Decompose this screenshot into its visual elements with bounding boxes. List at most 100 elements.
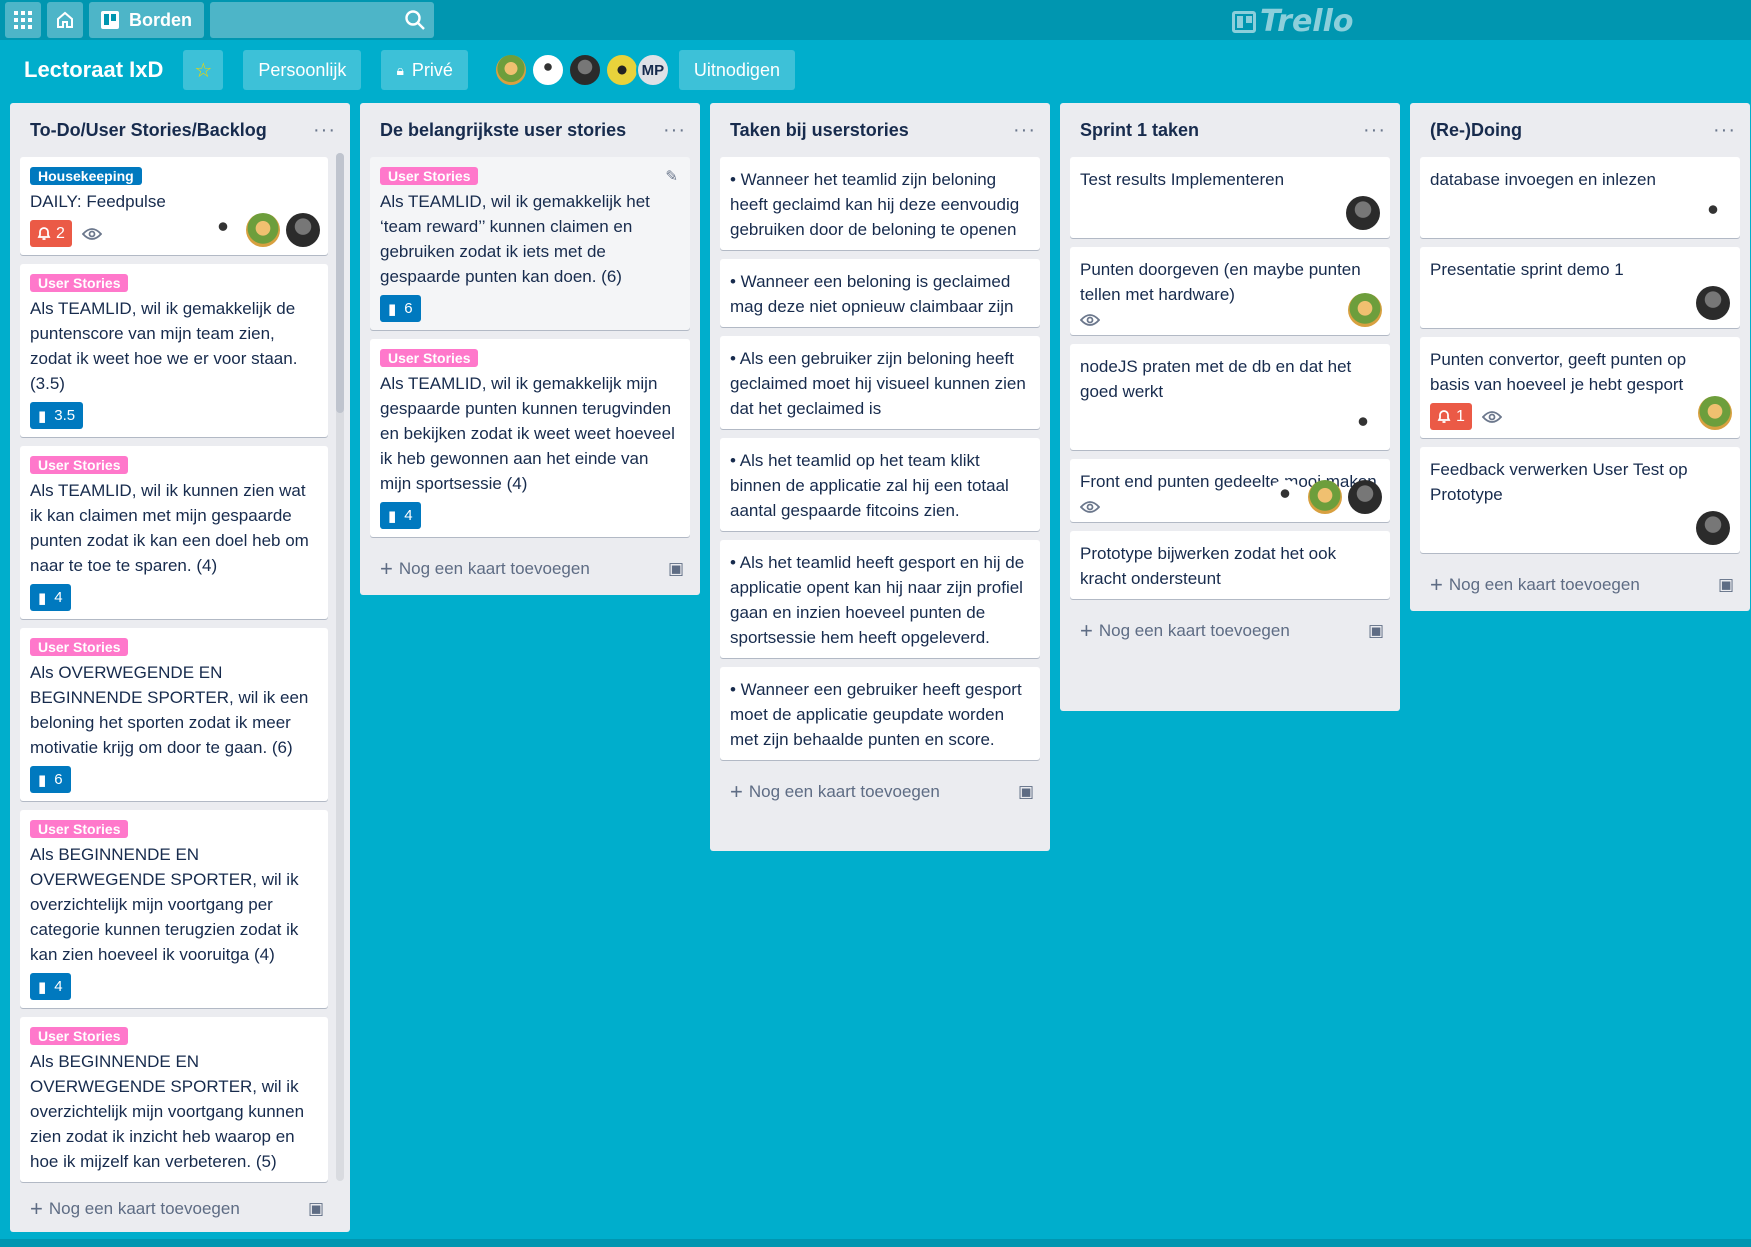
- card-title: nodeJS praten met de db en dat het goed …: [1080, 357, 1352, 401]
- list-menu-icon[interactable]: ···: [663, 119, 686, 142]
- card[interactable]: Housekeeping DAILY: Feedpulse 2: [20, 157, 328, 255]
- top-bar: Borden Trello: [0, 0, 1751, 40]
- card-member-avatar[interactable]: [1346, 408, 1380, 442]
- home-icon: [57, 11, 73, 28]
- list-menu-icon[interactable]: ···: [1013, 119, 1036, 142]
- card[interactable]: User Stories Als BEGINNENDE EN OVERWEGEN…: [20, 810, 328, 1008]
- team-visibility-button[interactable]: Persoonlijk: [243, 50, 362, 90]
- list-sprint1: Sprint 1 taken ··· Test results Implemen…: [1060, 103, 1400, 711]
- card[interactable]: User Stories Als BEGINNENDE EN OVERWEGEN…: [20, 1017, 328, 1182]
- card-title: Als OVERWEGENDE EN BEGINNENDE SPORTER, w…: [30, 663, 309, 757]
- list-title[interactable]: Sprint 1 taken: [1080, 120, 1199, 141]
- card-member-avatar[interactable]: [1698, 396, 1732, 430]
- list-title[interactable]: Taken bij userstories: [730, 120, 909, 141]
- trello-logo[interactable]: Trello: [1232, 4, 1354, 39]
- scrollbar-thumb[interactable]: [336, 153, 344, 413]
- logo-text: Trello: [1260, 4, 1354, 39]
- apps-button[interactable]: [5, 2, 41, 38]
- story-points-badge: ▮ 3.5: [30, 402, 84, 429]
- card-member-avatar[interactable]: [1346, 196, 1380, 230]
- card[interactable]: Presentatie sprint demo 1: [1420, 247, 1740, 328]
- card-title: Punten convertor, geeft punten op basis …: [1430, 350, 1687, 394]
- board-members: MP: [488, 53, 670, 87]
- star-button[interactable]: ☆: [183, 50, 224, 90]
- add-card-button[interactable]: + Nog een kaart toevoegen ▣: [1060, 608, 1400, 654]
- list-title[interactable]: To-Do/User Stories/Backlog: [30, 120, 267, 141]
- card-member-avatar[interactable]: [1696, 196, 1730, 230]
- add-card-button[interactable]: + Nog een kaart toevoegen ▣: [360, 546, 700, 592]
- card-member-avatar[interactable]: [286, 213, 320, 247]
- list-todo: To-Do/User Stories/Backlog ··· Housekeep…: [10, 103, 350, 1232]
- add-card-button[interactable]: + Nog een kaart toevoegen ▣: [1410, 562, 1750, 608]
- boards-button[interactable]: Borden: [89, 2, 204, 38]
- label-user-stories: User Stories: [30, 1027, 129, 1045]
- card-member-avatar[interactable]: [1696, 286, 1730, 320]
- story-points: 3.5: [54, 407, 76, 424]
- card[interactable]: • Als het teamlid op het team klikt binn…: [720, 438, 1040, 531]
- plus-icon: +: [30, 1196, 43, 1221]
- search-input[interactable]: [210, 2, 434, 38]
- points-icon: ▮: [38, 771, 47, 789]
- lock-icon: 🔒︎: [396, 61, 404, 78]
- card-template-icon[interactable]: ▣: [668, 559, 684, 579]
- card[interactable]: • Wanneer een beloning is geclaimed mag …: [720, 259, 1040, 327]
- add-card-label: Nog een kaart toevoegen: [1098, 621, 1290, 640]
- notification-count: 2: [56, 224, 65, 242]
- edit-icon[interactable]: ✎: [665, 167, 678, 185]
- plus-icon: +: [1080, 618, 1093, 643]
- card-member-avatar[interactable]: [1348, 480, 1382, 514]
- card[interactable]: Feedback verwerken User Test op Prototyp…: [1420, 447, 1740, 553]
- card-member-avatar[interactable]: [1268, 480, 1302, 514]
- member-avatar[interactable]: [530, 53, 565, 87]
- card-template-icon[interactable]: ▣: [1718, 575, 1734, 595]
- card[interactable]: User Stories Als TEAMLID, wil ik gemakke…: [370, 339, 690, 537]
- notification-badge: 2: [30, 220, 72, 247]
- card[interactable]: Test results Implementeren: [1070, 157, 1390, 238]
- card[interactable]: database invoegen en inlezen: [1420, 157, 1740, 238]
- card[interactable]: • Als het teamlid heeft gesport en hij d…: [720, 540, 1040, 658]
- list-title[interactable]: De belangrijkste user stories: [380, 120, 626, 141]
- board-horizontal-scrollbar[interactable]: [0, 1239, 1751, 1247]
- member-avatar[interactable]: [604, 53, 639, 87]
- card[interactable]: Punten convertor, geeft punten op basis …: [1420, 337, 1740, 438]
- card-member-avatar[interactable]: [1308, 480, 1342, 514]
- card[interactable]: Punten doorgeven (en maybe punten tellen…: [1070, 247, 1390, 335]
- member-avatar[interactable]: [567, 53, 602, 87]
- list-menu-icon[interactable]: ···: [313, 119, 336, 142]
- board-title[interactable]: Lectoraat IxD: [24, 57, 163, 83]
- story-points-badge: ▮ 6: [30, 766, 71, 793]
- card[interactable]: User Stories Als OVERWEGENDE EN BEGINNEN…: [20, 628, 328, 801]
- member-avatar[interactable]: [493, 53, 528, 87]
- list-menu-icon[interactable]: ···: [1713, 119, 1736, 142]
- card-template-icon[interactable]: ▣: [1368, 621, 1384, 641]
- card-member-avatar[interactable]: [1348, 293, 1382, 327]
- card[interactable]: User Stories Als TEAMLID, wil ik kunnen …: [20, 446, 328, 619]
- list-tasks: Taken bij userstories ··· • Wanneer het …: [710, 103, 1050, 851]
- card-template-icon[interactable]: ▣: [1018, 782, 1034, 802]
- list-menu-icon[interactable]: ···: [1363, 119, 1386, 142]
- list-title[interactable]: (Re-)Doing: [1430, 120, 1522, 141]
- privacy-button[interactable]: 🔒︎ Privé: [381, 50, 468, 90]
- card[interactable]: • Wanneer een gebruiker heeft gesport mo…: [720, 667, 1040, 760]
- watch-icon: [1481, 410, 1502, 424]
- card[interactable]: • Als een gebruiker zijn beloning heeft …: [720, 336, 1040, 429]
- card[interactable]: Front end punten gedeelte mooi maken: [1070, 459, 1390, 522]
- add-card-button[interactable]: + Nog een kaart toevoegen ▣: [10, 1186, 340, 1232]
- card-title: Punten doorgeven (en maybe punten tellen…: [1080, 260, 1361, 304]
- story-points-badge: ▮ 4: [380, 502, 421, 529]
- card-member-avatar[interactable]: [246, 213, 280, 247]
- card[interactable]: Prototype bijwerken zodat het ook kracht…: [1070, 531, 1390, 599]
- card[interactable]: nodeJS praten met de db en dat het goed …: [1070, 344, 1390, 450]
- card-member-avatar[interactable]: [206, 213, 240, 247]
- list-scrollbar[interactable]: [336, 153, 344, 1181]
- card-member-avatar[interactable]: [1696, 511, 1730, 545]
- label-housekeeping: Housekeeping: [30, 167, 142, 185]
- invite-button[interactable]: Uitnodigen: [678, 50, 795, 90]
- card[interactable]: ✎ User Stories Als TEAMLID, wil ik gemak…: [370, 157, 690, 330]
- member-avatar-initials[interactable]: MP: [635, 53, 670, 87]
- card-template-icon[interactable]: ▣: [308, 1199, 324, 1219]
- home-button[interactable]: [47, 2, 83, 38]
- card[interactable]: User Stories Als TEAMLID, wil ik gemakke…: [20, 264, 328, 437]
- add-card-button[interactable]: + Nog een kaart toevoegen ▣: [710, 769, 1050, 815]
- card[interactable]: • Wanneer het teamlid zijn beloning heef…: [720, 157, 1040, 250]
